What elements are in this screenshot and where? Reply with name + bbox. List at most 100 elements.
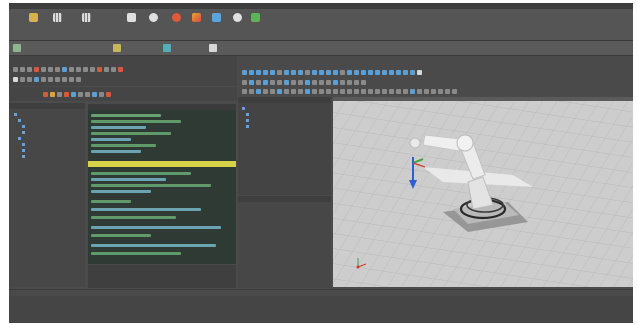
tool-icon[interactable] <box>445 88 450 94</box>
tool-icon[interactable] <box>20 76 25 82</box>
tool-icon[interactable] <box>41 66 46 72</box>
tool-icon[interactable] <box>263 88 268 94</box>
tool-icon[interactable] <box>64 91 69 97</box>
tab-robot[interactable] <box>113 44 121 52</box>
tool-icon[interactable] <box>62 66 67 72</box>
code-editor[interactable] <box>88 104 236 264</box>
tool-icon[interactable] <box>361 69 366 75</box>
tree-item[interactable] <box>246 113 249 116</box>
tool-icon[interactable] <box>319 79 324 85</box>
tab-settings[interactable] <box>209 44 217 52</box>
ribbon-button-table[interactable] <box>127 13 136 22</box>
tool-icon[interactable] <box>277 69 282 75</box>
tool-icon[interactable] <box>340 69 345 75</box>
tool-icon[interactable] <box>354 69 359 75</box>
tool-icon[interactable] <box>305 88 310 94</box>
ribbon-button-open[interactable] <box>29 13 38 22</box>
tool-icon[interactable] <box>326 69 331 75</box>
tool-icon[interactable] <box>417 88 422 94</box>
tab-document[interactable] <box>13 44 21 52</box>
tool-icon[interactable] <box>396 69 401 75</box>
tool-icon[interactable] <box>85 91 90 97</box>
ribbon-button-grid-b[interactable] <box>82 13 91 22</box>
ribbon-button-settings[interactable] <box>149 13 158 22</box>
tool-icon[interactable] <box>452 88 457 94</box>
tool-icon[interactable] <box>403 88 408 94</box>
tool-icon[interactable] <box>368 88 373 94</box>
ribbon-button-stop[interactable] <box>172 13 181 22</box>
tool-icon[interactable] <box>319 69 324 75</box>
tool-icon[interactable] <box>263 79 268 85</box>
tool-icon[interactable] <box>62 76 67 82</box>
tool-icon[interactable] <box>361 79 366 85</box>
ribbon-button-paint[interactable] <box>192 13 201 22</box>
tool-icon[interactable] <box>438 88 443 94</box>
tool-icon[interactable] <box>48 76 53 82</box>
tool-icon[interactable] <box>424 88 429 94</box>
tree-item[interactable] <box>22 131 25 134</box>
tool-icon[interactable] <box>284 79 289 85</box>
ribbon-button-info[interactable] <box>233 13 242 22</box>
tool-icon[interactable] <box>284 88 289 94</box>
tool-icon[interactable] <box>319 88 324 94</box>
tool-icon[interactable] <box>298 69 303 75</box>
tool-icon[interactable] <box>277 79 282 85</box>
tool-icon[interactable] <box>389 69 394 75</box>
tool-icon[interactable] <box>375 69 380 75</box>
tool-icon[interactable] <box>431 88 436 94</box>
tool-icon[interactable] <box>48 66 53 72</box>
tree-item[interactable] <box>246 125 249 128</box>
tool-icon[interactable] <box>78 91 83 97</box>
tool-icon[interactable] <box>305 69 310 75</box>
ribbon-button-grid-a[interactable] <box>53 13 62 22</box>
tool-icon[interactable] <box>368 69 373 75</box>
ribbon-button-run[interactable] <box>251 13 260 22</box>
tool-icon[interactable] <box>249 79 254 85</box>
tool-icon[interactable] <box>76 66 81 72</box>
tool-icon[interactable] <box>417 69 422 75</box>
tool-icon[interactable] <box>106 91 111 97</box>
tool-icon[interactable] <box>396 88 401 94</box>
tool-icon[interactable] <box>249 88 254 94</box>
tool-icon[interactable] <box>43 91 48 97</box>
tool-icon[interactable] <box>249 69 254 75</box>
tool-icon[interactable] <box>97 66 102 72</box>
tool-icon[interactable] <box>13 66 18 72</box>
tool-icon[interactable] <box>92 91 97 97</box>
tool-icon[interactable] <box>263 69 268 75</box>
tool-icon[interactable] <box>242 88 247 94</box>
tree-item[interactable] <box>22 125 25 128</box>
tool-icon[interactable] <box>340 88 345 94</box>
tool-icon[interactable] <box>99 91 104 97</box>
tool-icon[interactable] <box>242 79 247 85</box>
tool-icon[interactable] <box>76 76 81 82</box>
tree-item[interactable] <box>22 149 25 152</box>
tool-icon[interactable] <box>312 88 317 94</box>
tool-icon[interactable] <box>277 88 282 94</box>
tool-icon[interactable] <box>256 88 261 94</box>
tool-icon[interactable] <box>270 79 275 85</box>
tool-icon[interactable] <box>57 91 62 97</box>
tree-item[interactable] <box>22 143 25 146</box>
tool-icon[interactable] <box>270 88 275 94</box>
3d-viewport[interactable] <box>333 97 633 287</box>
tool-icon[interactable] <box>305 79 310 85</box>
tool-icon[interactable] <box>403 69 408 75</box>
tool-icon[interactable] <box>83 66 88 72</box>
tool-icon[interactable] <box>361 88 366 94</box>
tool-icon[interactable] <box>71 91 76 97</box>
tool-icon[interactable] <box>354 88 359 94</box>
tool-icon[interactable] <box>347 88 352 94</box>
tool-icon[interactable] <box>340 79 345 85</box>
tool-icon[interactable] <box>333 79 338 85</box>
tool-icon[interactable] <box>347 79 352 85</box>
tree-item[interactable] <box>246 119 249 122</box>
tool-icon[interactable] <box>242 69 247 75</box>
tree-item[interactable] <box>22 155 25 158</box>
tool-icon[interactable] <box>382 88 387 94</box>
tool-icon[interactable] <box>312 69 317 75</box>
tool-icon[interactable] <box>256 69 261 75</box>
tool-icon[interactable] <box>333 88 338 94</box>
tool-icon[interactable] <box>104 66 109 72</box>
tool-icon[interactable] <box>27 66 32 72</box>
